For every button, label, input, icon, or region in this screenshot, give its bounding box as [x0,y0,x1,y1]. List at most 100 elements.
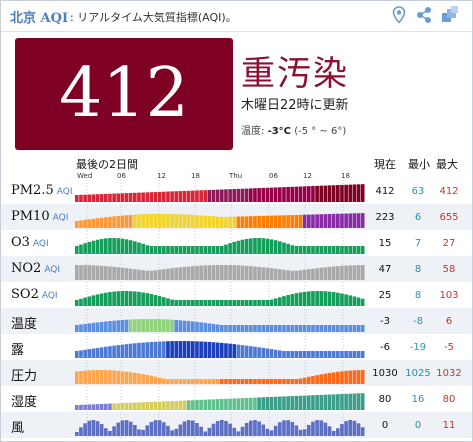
history-bar [95,194,100,202]
history-bar [112,266,116,280]
history-bar [79,427,83,436]
history-bar [137,291,141,306]
history-bar [186,400,191,410]
row-name: 湿度 [11,395,38,410]
history-bar [124,215,129,228]
history-bar [286,396,290,410]
history-bar [186,266,191,280]
history-bar [162,319,166,332]
history-bar [199,322,203,332]
row-name: 温度 [11,317,38,332]
history-bar [240,265,245,280]
aqi-widget: 北京 AQI : リアルタイム大気質指標(AQI)。 412 重汚染 木曜日22… [0,0,473,442]
history-bar [273,425,278,436]
history-bar [186,246,191,254]
history-bar [236,325,241,332]
history-bar [224,343,228,358]
history-bar [265,187,270,202]
history-bar [265,397,270,410]
history-bar [104,346,108,358]
history-bar [141,342,145,358]
row-label[interactable]: PM2.5 AQI [11,183,72,198]
history-bar [133,402,137,410]
history-bar [186,190,191,202]
history-bar [186,214,191,228]
history-bar [356,423,361,436]
history-bar [108,346,112,358]
row-label[interactable]: 温度 [11,313,37,332]
history-bar [108,370,112,384]
widget-icon[interactable] [440,5,460,25]
history-bar [302,291,307,306]
history-bar [91,295,96,306]
history-bar [99,403,104,410]
share-icon[interactable] [414,5,434,25]
row-label[interactable]: NO2 AQI [11,261,60,276]
history-bar [352,265,357,280]
history-bar [124,319,129,332]
history-bar [133,214,137,228]
history-bar [91,240,96,254]
row-label[interactable]: 湿度 [11,391,37,410]
history-bar [116,320,121,332]
history-bar [207,246,212,254]
history-bar [315,420,319,436]
row-label[interactable]: PM10 AQI [11,209,68,224]
aqi-tag[interactable]: AQI [41,11,69,26]
history-bar [327,214,332,228]
row-label[interactable]: SO2 AQI [11,287,58,302]
history-bar [236,379,241,384]
history-bar [145,425,150,436]
city-name[interactable]: 北京 [10,11,36,26]
history-bar [311,246,315,254]
history-bar [253,346,257,358]
history-bar [157,246,162,254]
history-bar [79,298,83,306]
history-bar [174,428,179,436]
history-bar [99,293,104,306]
history-bar [199,300,203,306]
history-bar [128,343,133,358]
widget-header: 北京 AQI : リアルタイム大気質指標(AQI)。 [1,1,472,32]
history-bar [108,266,112,280]
history-bar [137,342,141,358]
history-bar [257,397,261,410]
history-bar [116,215,121,228]
history-bar [116,403,121,410]
row-max-value: 412 [439,186,459,197]
history-bar [112,193,116,202]
row-label[interactable]: 圧力 [11,365,37,384]
history-bar [307,186,311,202]
history-bar [178,300,183,306]
row-background [1,412,472,438]
row-label[interactable]: 露 [11,339,24,358]
history-bar [307,291,311,306]
row-name: O3 [11,235,30,250]
history-bar [99,424,104,436]
row-name: 風 [11,421,25,436]
map-pin-icon[interactable] [389,5,409,25]
history-bar [207,323,212,332]
history-bar [323,214,328,228]
history-bar [104,370,108,384]
history-bar [240,426,245,436]
history-bar [182,379,187,384]
history-bar [352,213,357,228]
history-bar [195,300,199,306]
history-bar [298,351,303,358]
history-bar [232,379,237,384]
history-bar [261,424,266,436]
city-title[interactable]: 北京 AQI [10,7,68,26]
history-bar [323,422,328,436]
history-bar [207,265,212,280]
history-bar [294,351,299,358]
history-bar [319,420,324,436]
history-bar [323,394,328,410]
history-bar [166,213,170,228]
row-label[interactable]: O3 AQI [11,235,49,250]
history-bar [170,401,174,410]
history-bar [112,320,116,332]
history-bar [265,348,270,358]
history-bar [348,393,353,410]
row-label[interactable]: 風 [11,417,24,436]
